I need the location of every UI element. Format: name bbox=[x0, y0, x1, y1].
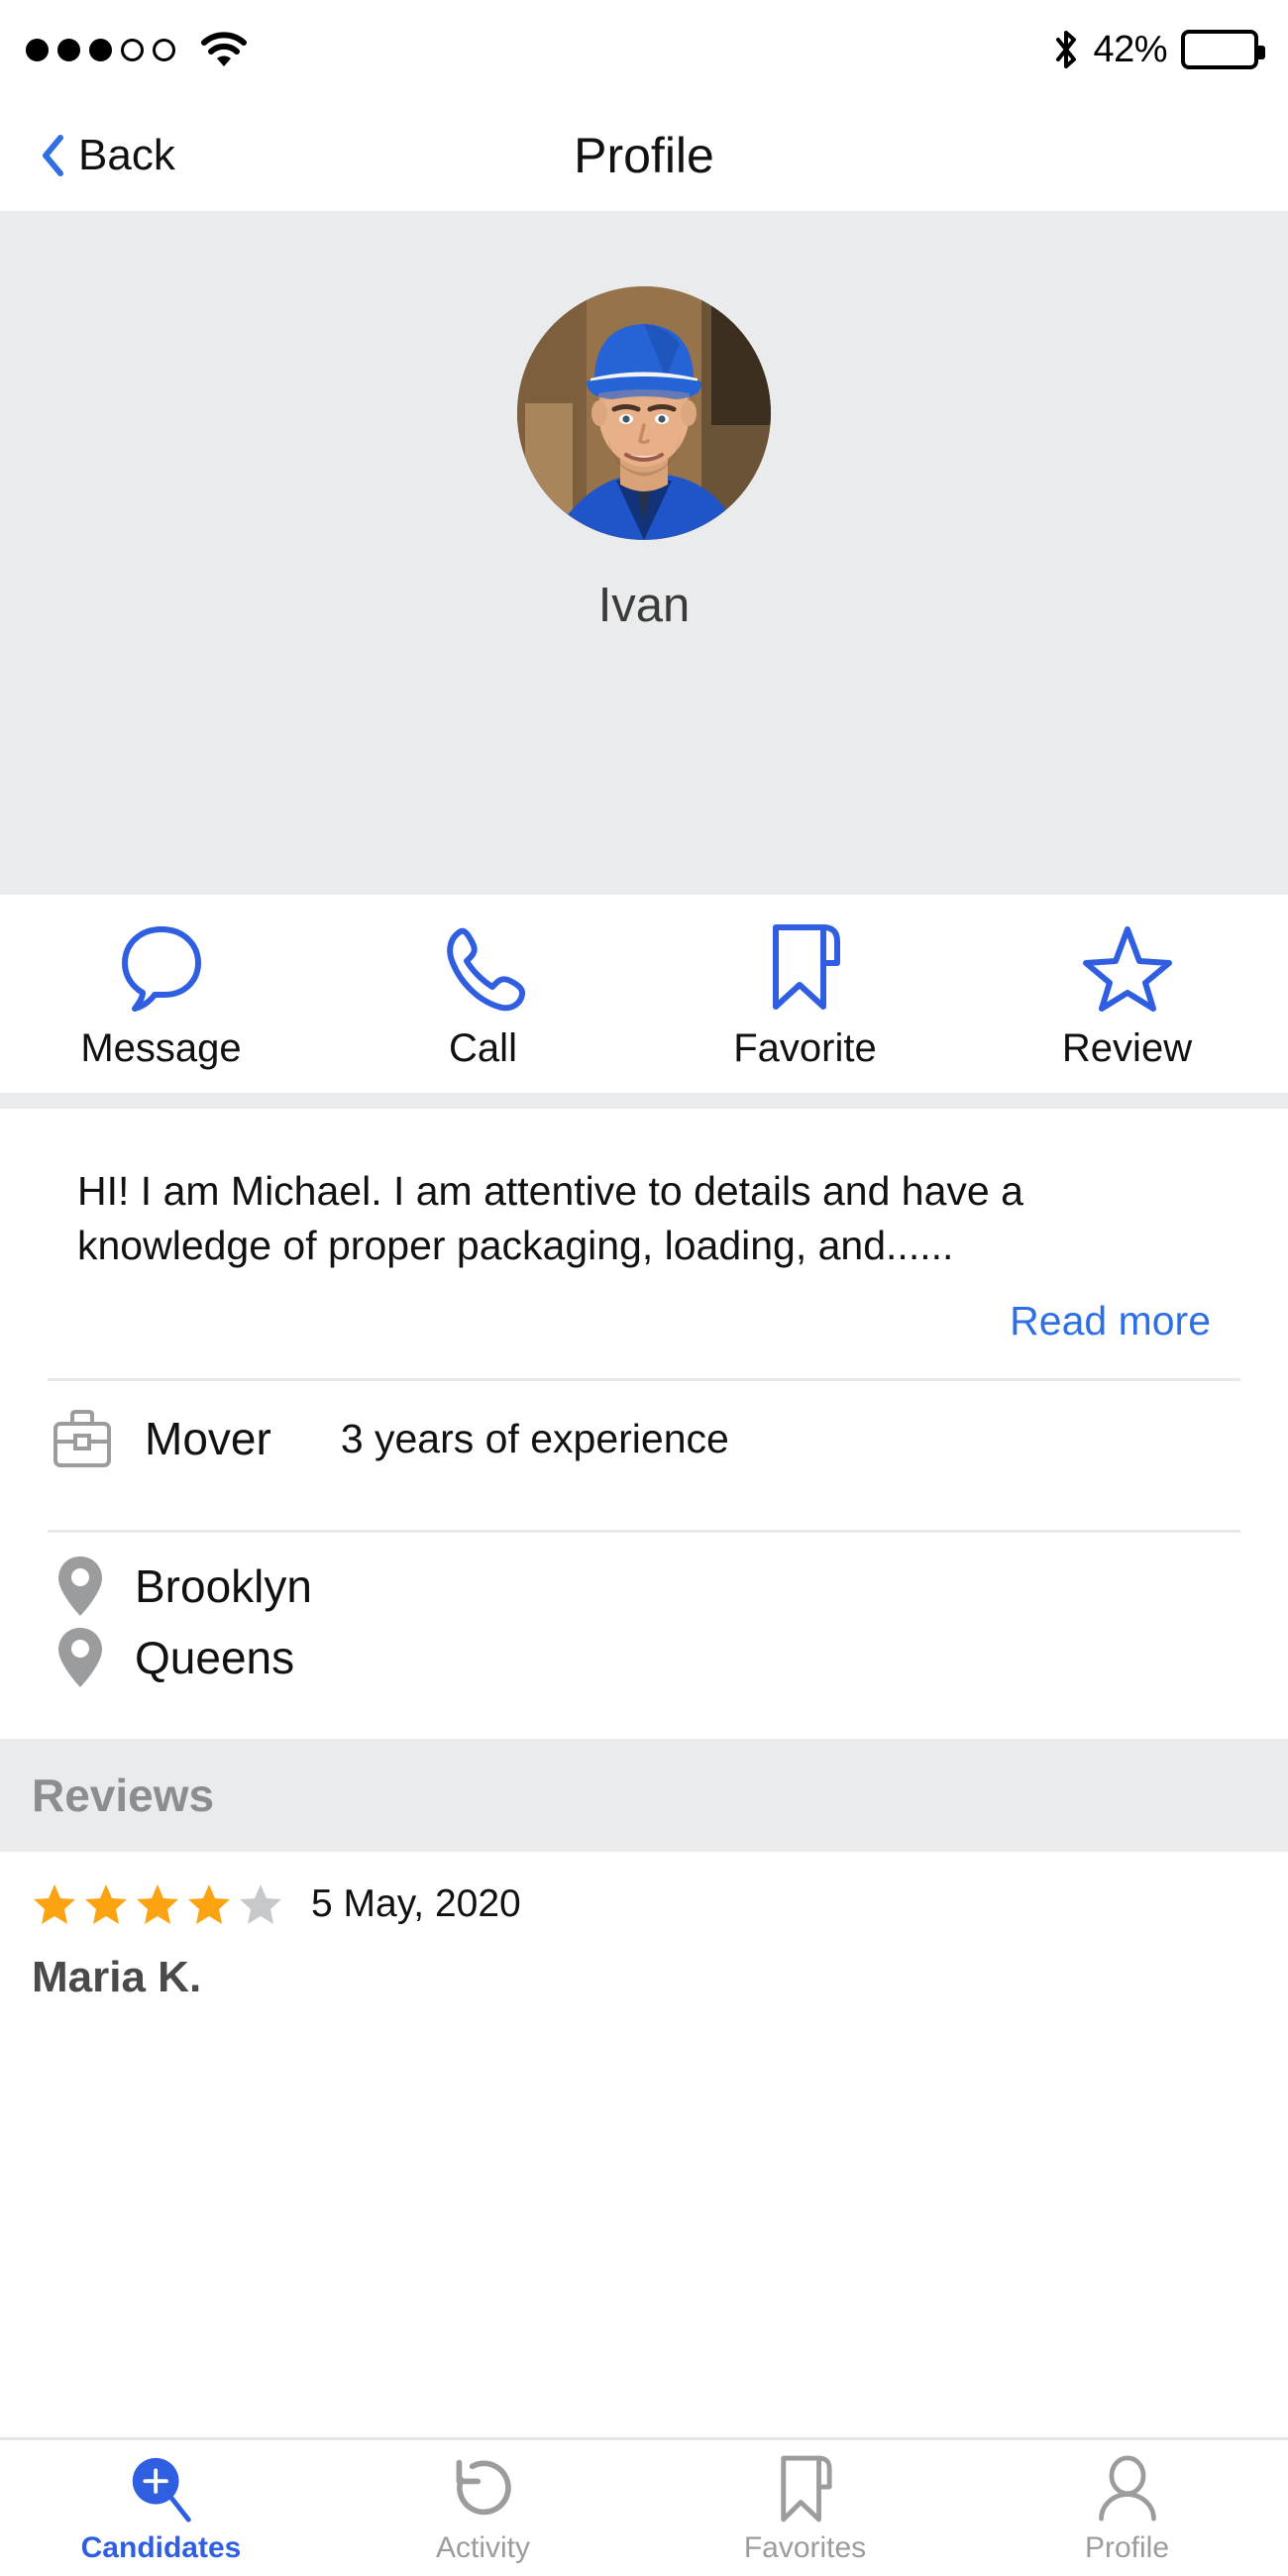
tab-activity[interactable]: Activity bbox=[322, 2440, 644, 2576]
job-experience: 3 years of experience bbox=[340, 1415, 729, 1461]
rating-stars bbox=[32, 1881, 283, 1927]
tab-label: Activity bbox=[435, 2530, 530, 2564]
location-row: Brooklyn bbox=[0, 1551, 1288, 1622]
signal-dot bbox=[26, 38, 49, 61]
signal-strength-dots bbox=[26, 38, 175, 61]
battery-percent-label: 42% bbox=[1093, 28, 1167, 70]
bio-section: HI! I am Michael. I am attentive to deta… bbox=[0, 1109, 1288, 1344]
star-filled-icon bbox=[186, 1881, 232, 1927]
tab-label: Candidates bbox=[80, 2530, 242, 2564]
signal-dot bbox=[121, 38, 144, 61]
tab-label: Favorites bbox=[743, 2530, 867, 2564]
location-label: Brooklyn bbox=[135, 1560, 312, 1613]
phone-icon bbox=[441, 923, 526, 1013]
undo-arrow-icon bbox=[450, 2452, 517, 2525]
star-icon bbox=[1082, 923, 1173, 1013]
bookmark-icon bbox=[777, 2452, 834, 2525]
call-button[interactable]: Call bbox=[322, 923, 644, 1071]
map-pin-icon bbox=[48, 1554, 113, 1619]
action-label: Favorite bbox=[733, 1025, 877, 1070]
bluetooth-icon bbox=[1053, 29, 1079, 70]
search-plus-icon bbox=[125, 2452, 198, 2525]
review-author: Maria K. bbox=[32, 1953, 202, 2002]
bookmark-icon bbox=[768, 923, 843, 1013]
location-label: Queens bbox=[135, 1632, 295, 1684]
action-label: Message bbox=[80, 1025, 242, 1070]
signal-dot bbox=[89, 38, 112, 61]
message-button[interactable]: Message bbox=[0, 923, 322, 1071]
tab-profile[interactable]: Profile bbox=[966, 2440, 1288, 2576]
section-separator bbox=[0, 1093, 1288, 1109]
map-pin-icon bbox=[48, 1625, 113, 1690]
review-item: 5 May, 2020 Maria K. bbox=[0, 1852, 1288, 2002]
tab-candidates[interactable]: Candidates bbox=[0, 2440, 322, 2576]
briefcase-icon bbox=[48, 1408, 117, 1469]
star-filled-icon bbox=[83, 1881, 129, 1927]
status-bar: 42% bbox=[0, 0, 1288, 99]
reviews-header-title: Reviews bbox=[32, 1770, 215, 1822]
star-empty-icon bbox=[238, 1881, 283, 1927]
profile-name: Ivan bbox=[597, 579, 691, 632]
star-filled-icon bbox=[32, 1881, 77, 1927]
battery-icon bbox=[1181, 30, 1265, 69]
status-right-group: 42% bbox=[1053, 28, 1265, 71]
action-label: Call bbox=[449, 1025, 517, 1070]
signal-dot bbox=[57, 38, 80, 61]
signal-dot bbox=[153, 38, 175, 61]
locations-group: Brooklyn Queens bbox=[0, 1533, 1288, 1693]
navigation-bar: Back Profile bbox=[0, 99, 1288, 211]
review-meta-row: 5 May, 2020 bbox=[32, 1881, 1256, 1927]
job-title: Mover bbox=[145, 1413, 271, 1465]
favorite-button[interactable]: Favorite bbox=[644, 923, 966, 1071]
person-icon bbox=[1094, 2452, 1161, 2525]
star-filled-icon bbox=[135, 1881, 180, 1927]
wifi-icon bbox=[201, 32, 247, 67]
reviews-header: Reviews bbox=[0, 1739, 1288, 1853]
read-more-link[interactable]: Read more bbox=[77, 1298, 1211, 1344]
action-label: Review bbox=[1061, 1025, 1193, 1070]
tab-favorites[interactable]: Favorites bbox=[644, 2440, 966, 2576]
action-buttons-row: Message Call Favorite Review bbox=[0, 895, 1288, 1093]
speech-bubble-icon bbox=[119, 923, 204, 1013]
bottom-tab-bar: Candidates Activity Favorites Profile bbox=[0, 2437, 1288, 2576]
page-title: Profile bbox=[574, 127, 714, 183]
profile-screen: 42% Back Profile Ivan Message Call Favor… bbox=[0, 0, 1288, 2576]
job-row: Mover 3 years of experience bbox=[0, 1381, 1288, 1496]
status-left-group bbox=[26, 32, 247, 67]
review-button[interactable]: Review bbox=[966, 923, 1288, 1071]
bio-text: HI! I am Michael. I am attentive to deta… bbox=[77, 1168, 1023, 1268]
tab-label: Profile bbox=[1084, 2530, 1170, 2564]
review-date: 5 May, 2020 bbox=[311, 1882, 521, 1926]
profile-hero: Ivan bbox=[0, 211, 1288, 895]
location-row: Queens bbox=[0, 1622, 1288, 1693]
avatar bbox=[517, 286, 771, 540]
